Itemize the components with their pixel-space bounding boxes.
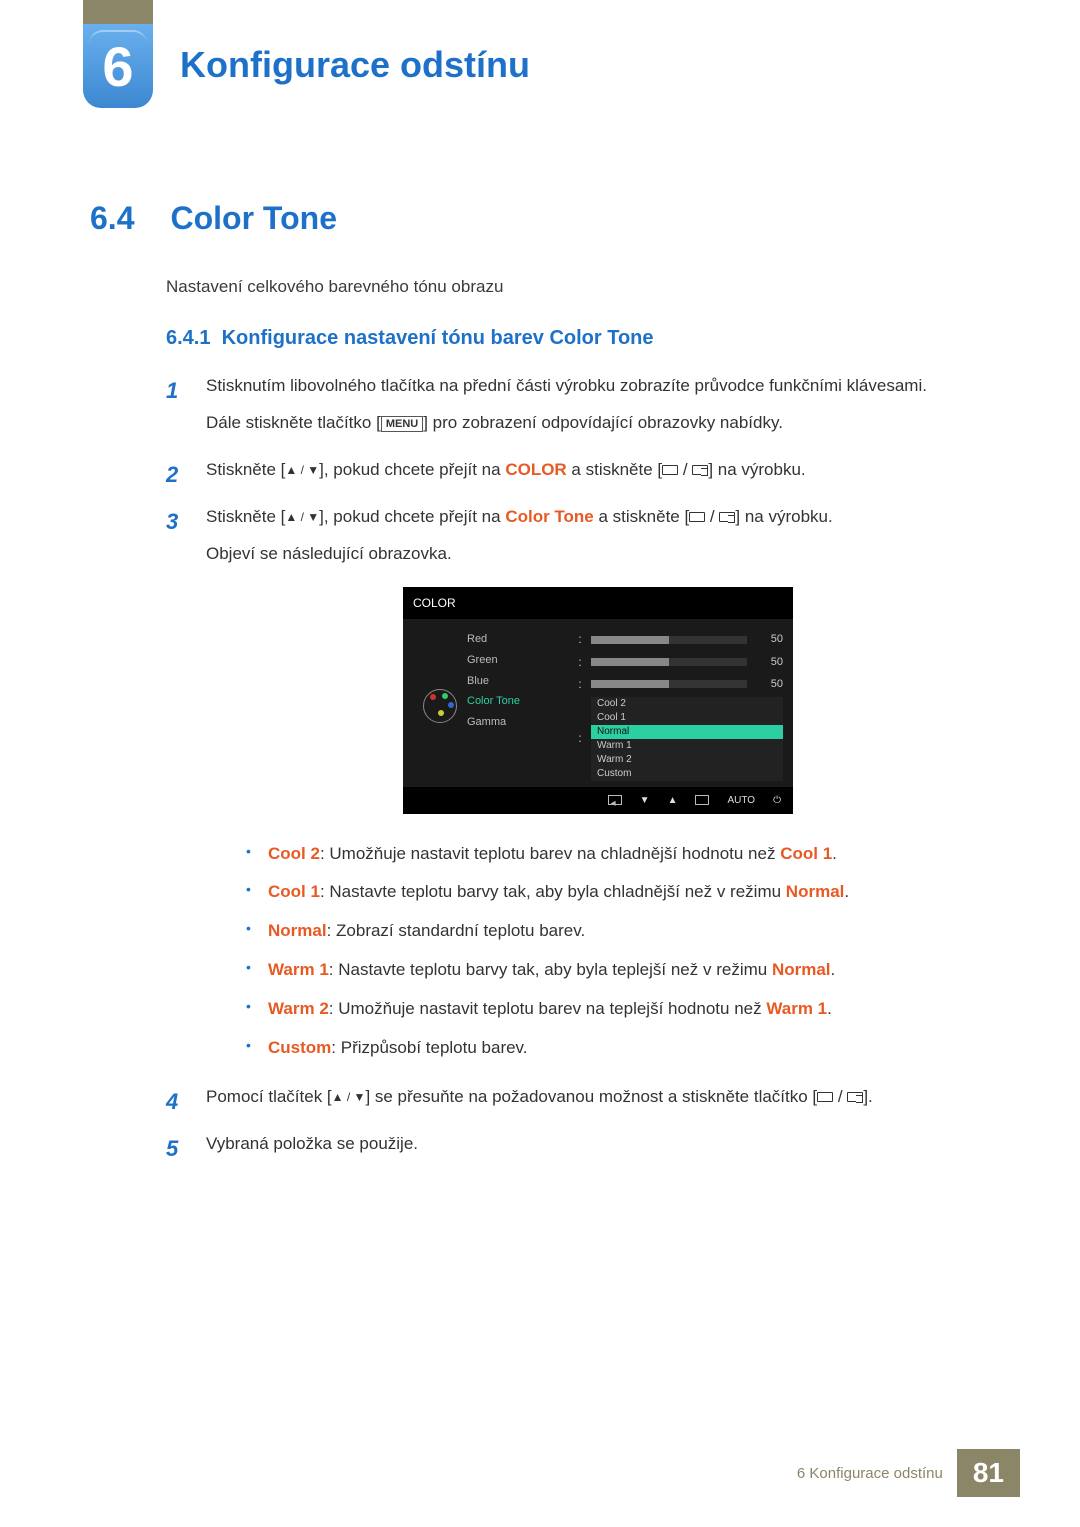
up-down-icon: ▲ / ▼ [285,510,319,524]
step-text: Stisknutím libovolného tlačítka na předn… [206,372,990,401]
bullet-item: Warm 2: Umožňuje nastavit teplotu barev … [246,995,990,1024]
step-number: 4 [166,1083,188,1120]
enter-icon [692,465,708,475]
bullet-item: Warm 1: Nastavte teplotu barvy tak, aby … [246,956,990,985]
enter-icon [719,512,735,522]
step-text: Stiskněte [▲ / ▼], pokud chcete přejít n… [206,456,990,485]
osd-option: Custom [591,767,783,781]
power-icon: ⏻ [773,792,781,809]
step-5: 5 Vybraná položka se použije. [166,1130,990,1167]
keyword: Color Tone [505,507,593,526]
osd-dropdown: Cool 2 Cool 1 Normal Warm 1 Warm 2 Custo… [591,697,783,781]
osd-option-selected: Normal [591,725,783,739]
section-heading: 6.4 Color Tone [90,200,990,237]
source-icon [662,465,678,475]
back-icon: ◂ [608,795,622,805]
step-text: Pomocí tlačítek [▲ / ▼] se přesuňte na p… [206,1083,990,1112]
section-intro: Nastavení celkového barevného tónu obraz… [166,277,990,297]
osd-menu: Red Green Blue Color Tone Gamma [467,629,577,782]
step-2: 2 Stiskněte [▲ / ▼], pokud chcete přejít… [166,456,990,493]
footer-page-number: 81 [957,1449,1020,1497]
osd-item-blue: Blue [467,671,577,692]
osd-item-green: Green [467,650,577,671]
subsection-title: Konfigurace nastavení tónu barev Color T… [222,327,654,349]
step-3: 3 Stiskněte [▲ / ▼], pokud chcete přejít… [166,503,990,1073]
menu-key-icon: MENU [381,416,423,432]
bullet-item: Normal: Zobrazí standardní teplotu barev… [246,917,990,946]
enter-icon [847,1092,863,1102]
step-4: 4 Pomocí tlačítek [▲ / ▼] se přesuňte na… [166,1083,990,1120]
osd-footer: ◂ ▼ ▲ AUTO ⏻ [403,787,793,814]
page-footer: 6 Konfigurace odstínu 81 [783,1449,1020,1497]
chapter-badge: 6 [83,24,153,108]
auto-label: AUTO [727,792,755,809]
footer-text: 6 Konfigurace odstínu [783,1455,957,1492]
osd-value-blue: 50 [755,675,783,694]
osd-title: COLOR [403,587,793,619]
osd-item-red: Red [467,629,577,650]
step-text: Objeví se následující obrazovka. [206,540,990,569]
step-text: Dále stiskněte tlačítko [MENU] pro zobra… [206,409,990,438]
down-icon: ▼ [640,792,650,809]
osd-value-red: 50 [755,630,783,649]
osd-option: Warm 2 [591,753,783,767]
osd-screenshot: COLOR Red Green Blue Color Tone Gamma [403,587,793,814]
up-down-icon: ▲ / ▼ [285,463,319,477]
section-number: 6.4 [90,200,134,236]
step-number: 5 [166,1130,188,1167]
subsection-heading: 6.4.1 Konfigurace nastavení tónu barev C… [166,327,990,350]
osd-option: Cool 1 [591,711,783,725]
section-title: Color Tone [170,200,337,236]
keyword: COLOR [505,460,566,479]
bullet-item: Cool 2: Umožňuje nastavit teplotu barev … [246,840,990,869]
osd-item-colortone: Color Tone [467,691,577,712]
step-1: 1 Stisknutím libovolného tlačítka na pře… [166,372,990,446]
subsection-number: 6.4.1 [166,327,210,349]
bullet-item: Cool 1: Nastavte teplotu barvy tak, aby … [246,878,990,907]
chapter-title: Konfigurace odstínu [180,44,530,86]
up-icon: ▲ [668,792,678,809]
osd-value-green: 50 [755,653,783,672]
source-icon [689,512,705,522]
header-accent [83,0,153,24]
step-number: 1 [166,372,188,446]
osd-option: Cool 2 [591,697,783,711]
step-text: Vybraná položka se použije. [206,1130,990,1159]
up-down-icon: ▲ / ▼ [332,1090,366,1104]
palette-icon [423,689,457,723]
content-area: 6.4 Color Tone Nastavení celkového barevn… [0,0,1080,1168]
source-icon [817,1092,833,1102]
step-number: 2 [166,456,188,493]
osd-item-gamma: Gamma [467,712,577,733]
osd-option: Warm 1 [591,739,783,753]
step-text: Stiskněte [▲ / ▼], pokud chcete přejít n… [206,503,990,532]
step-number: 3 [166,503,188,1073]
bullet-item: Custom: Přizpůsobí teplotu barev. [246,1034,990,1063]
enter-icon [695,795,709,805]
